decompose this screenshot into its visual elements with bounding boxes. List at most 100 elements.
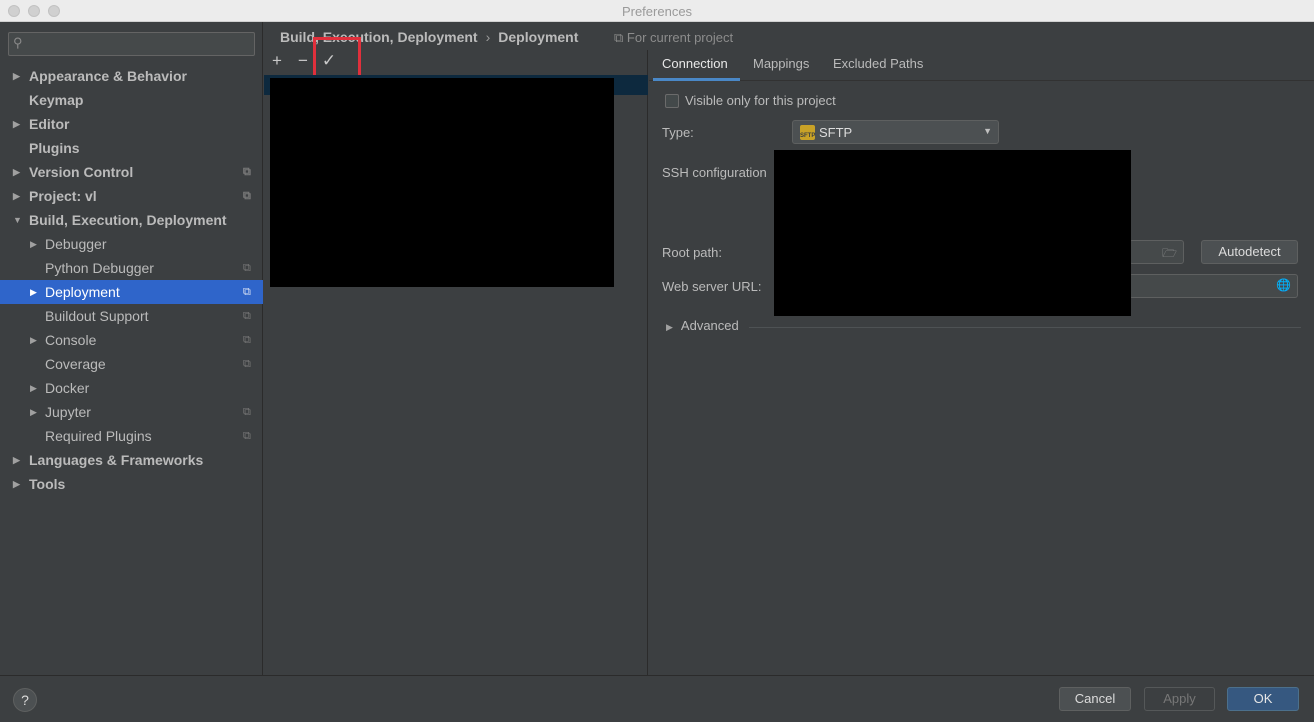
visible-only-label[interactable]: Visible only for this project — [685, 93, 836, 108]
project-scope-icon: ⧉ — [243, 262, 251, 274]
project-scope-icon: ⧉ — [243, 430, 251, 442]
expand-arrow-icon[interactable]: ▶ — [30, 328, 37, 352]
breadcrumb-item[interactable]: Build, Execution, Deployment — [280, 29, 478, 45]
window-title: Preferences — [621, 4, 693, 19]
type-select-value: SFTP — [819, 125, 853, 140]
sidebar-item-label: Project: vl — [29, 188, 97, 204]
sidebar-item-label: Plugins — [29, 140, 80, 156]
breadcrumb-item-current: Deployment — [498, 29, 579, 45]
autodetect-button[interactable]: Autodetect — [1201, 240, 1298, 264]
sidebar-item-label: Tools — [29, 476, 66, 492]
sidebar-item-plugins[interactable]: Plugins — [0, 136, 263, 160]
sidebar-item-coverage[interactable]: Coverage ⧉ — [0, 352, 263, 376]
title-bar: Preferences — [0, 0, 1314, 22]
expand-arrow-icon[interactable]: ▶ — [30, 376, 37, 400]
sidebar-item-label: Version Control — [29, 164, 134, 180]
ok-button[interactable]: OK — [1227, 687, 1299, 711]
sidebar-item-label: Buildout Support — [45, 308, 149, 324]
folder-icon[interactable]: 🗁 — [1162, 244, 1177, 265]
project-scope-icon: ⧉ — [243, 334, 251, 346]
sidebar-item-version-control[interactable]: ▶ Version Control ⧉ — [0, 160, 263, 184]
project-scope-icon: ⧉ — [243, 166, 251, 178]
cancel-button[interactable]: Cancel — [1059, 687, 1131, 711]
add-server-button[interactable]: + — [266, 51, 288, 73]
sidebar-item-label: Languages & Frameworks — [29, 452, 204, 468]
expand-arrow-icon[interactable]: ▶ — [30, 400, 37, 424]
web-server-url-field[interactable]: 🌐 — [1129, 274, 1298, 298]
redacted-region — [270, 78, 614, 287]
sidebar-item-console[interactable]: ▶ Console ⧉ — [0, 328, 263, 352]
web-server-url-label: Web server URL: — [662, 279, 762, 294]
visible-only-checkbox[interactable] — [665, 94, 679, 108]
sidebar-item-buildout-support[interactable]: Buildout Support ⧉ — [0, 304, 263, 328]
help-button[interactable]: ? — [13, 688, 37, 712]
expand-arrow-icon[interactable]: ▶ — [13, 472, 20, 496]
sidebar-item-deployment[interactable]: ▶ Deployment ⧉ — [0, 280, 263, 304]
search-icon: ⚲ — [13, 35, 23, 50]
sidebar-item-jupyter[interactable]: ▶ Jupyter ⧉ — [0, 400, 263, 424]
settings-tabs: Connection Mappings Excluded Paths — [649, 50, 1314, 81]
project-scope-icon: ⧉ — [243, 286, 251, 298]
project-scope-icon: ⧉ — [243, 358, 251, 370]
sidebar-item-build-execution-deployment[interactable]: ▼ Build, Execution, Deployment — [0, 208, 263, 232]
ssh-configuration-label: SSH configuration — [662, 165, 767, 180]
type-select[interactable]: SFTP SFTP ▼ — [792, 120, 999, 144]
server-list-toolbar: + − ✓ — [264, 37, 648, 83]
sidebar-item-label: Editor — [29, 116, 70, 132]
breadcrumb-separator: › — [485, 29, 491, 45]
sftp-icon: SFTP — [800, 125, 815, 140]
settings-tree: ▶ Appearance & Behavior Keymap ▶ Editor … — [0, 64, 263, 496]
sidebar-item-required-plugins[interactable]: Required Plugins ⧉ — [0, 424, 263, 448]
apply-button[interactable]: Apply — [1144, 687, 1215, 711]
expand-arrow-icon[interactable]: ▶ — [30, 232, 37, 256]
redacted-region — [774, 150, 1131, 316]
advanced-label: Advanced — [680, 318, 739, 333]
sidebar-item-languages-frameworks[interactable]: ▶ Languages & Frameworks — [0, 448, 263, 472]
root-path-label: Root path: — [662, 245, 722, 260]
advanced-section-toggle[interactable]: ▶ Advanced — [666, 318, 739, 333]
expand-arrow-icon[interactable]: ▶ — [13, 448, 20, 472]
type-label: Type: — [662, 125, 694, 140]
sidebar-item-label: Deployment — [45, 284, 120, 300]
sidebar-item-editor[interactable]: ▶ Editor — [0, 112, 263, 136]
sidebar-item-tools[interactable]: ▶ Tools — [0, 472, 263, 496]
sidebar-item-label: Jupyter — [45, 404, 91, 420]
expand-arrow-icon[interactable]: ▶ — [30, 280, 37, 304]
expand-arrow-icon[interactable]: ▶ — [13, 160, 20, 184]
scope-label: ⧉ For current project — [614, 30, 734, 45]
sidebar-item-label: Coverage — [45, 356, 106, 372]
dialog-footer: ? Cancel Apply OK — [0, 675, 1314, 722]
sidebar-item-label: Console — [45, 332, 97, 348]
settings-sidebar: ⚲ ▶ Appearance & Behavior Keymap ▶ Edito… — [0, 22, 263, 675]
sidebar-item-label: Keymap — [29, 92, 84, 108]
sidebar-item-docker[interactable]: ▶ Docker — [0, 376, 263, 400]
collapse-arrow-icon[interactable]: ▼ — [13, 208, 22, 232]
globe-icon[interactable]: 🌐 — [1276, 278, 1291, 292]
server-list-panel: + − ✓ — [264, 37, 648, 675]
sidebar-item-label: Python Debugger — [45, 260, 154, 276]
sidebar-item-label: Build, Execution, Deployment — [29, 212, 227, 228]
expand-arrow-icon: ▶ — [666, 322, 673, 332]
sidebar-item-keymap[interactable]: Keymap — [0, 88, 263, 112]
deployment-settings-panel: Connection Mappings Excluded Paths Visib… — [649, 50, 1314, 675]
sidebar-item-label: Appearance & Behavior — [29, 68, 187, 84]
project-scope-icon: ⧉ — [243, 190, 251, 202]
sidebar-item-label: Debugger — [45, 236, 107, 252]
settings-search-input[interactable]: ⚲ — [8, 32, 255, 56]
active-tab-indicator — [653, 78, 740, 81]
tab-excluded-paths[interactable]: Excluded Paths — [833, 56, 923, 71]
sidebar-item-debugger[interactable]: ▶ Debugger — [0, 232, 263, 256]
sidebar-item-label: Required Plugins — [45, 428, 152, 444]
tab-connection[interactable]: Connection — [662, 56, 728, 71]
remove-server-button[interactable]: − — [292, 51, 314, 73]
sidebar-item-appearance-behavior[interactable]: ▶ Appearance & Behavior — [0, 64, 263, 88]
expand-arrow-icon[interactable]: ▶ — [13, 64, 20, 88]
root-path-field[interactable]: 🗁 — [1129, 240, 1184, 264]
sidebar-item-python-debugger[interactable]: Python Debugger ⧉ — [0, 256, 263, 280]
sidebar-item-project[interactable]: ▶ Project: vl ⧉ — [0, 184, 263, 208]
tab-mappings[interactable]: Mappings — [753, 56, 809, 71]
expand-arrow-icon[interactable]: ▶ — [13, 184, 20, 208]
expand-arrow-icon[interactable]: ▶ — [13, 112, 20, 136]
section-divider — [749, 327, 1301, 328]
chevron-down-icon: ▼ — [983, 126, 992, 136]
